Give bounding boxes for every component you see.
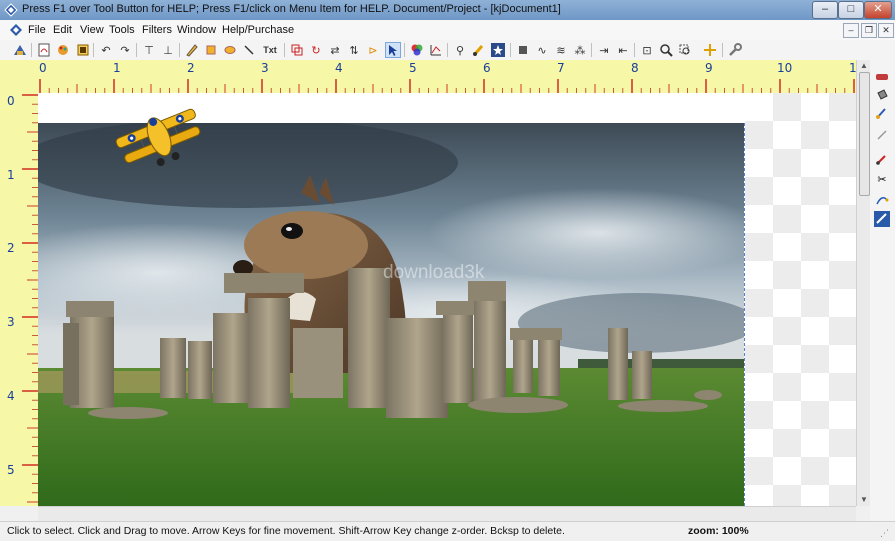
close-button[interactable]: ✕: [864, 1, 892, 19]
menu-tools[interactable]: Tools: [109, 24, 135, 36]
menu-view[interactable]: View: [80, 24, 104, 36]
ruler-label: 2: [7, 241, 15, 255]
window-title: Press F1 over Tool Button for HELP; Pres…: [22, 3, 561, 15]
ruler-label: 6: [483, 61, 491, 75]
ruler-label: 3: [7, 315, 15, 329]
title-bar[interactable]: Press F1 over Tool Button for HELP; Pres…: [0, 0, 895, 20]
ruler-label: 4: [335, 61, 343, 75]
ruler-label: 9: [705, 61, 713, 75]
paint-brush-icon[interactable]: [874, 151, 890, 167]
pdf-icon[interactable]: [36, 42, 52, 58]
sparkle-icon[interactable]: ⁂: [572, 42, 588, 58]
ellipse-icon[interactable]: [222, 42, 238, 58]
horizontal-scrollbar[interactable]: [38, 506, 856, 521]
ruler-label: 4: [7, 389, 15, 403]
scroll-thumb[interactable]: [859, 72, 870, 196]
maximize-button[interactable]: □: [838, 1, 864, 19]
line-icon[interactable]: [241, 42, 257, 58]
select-arrow-icon[interactable]: [385, 42, 401, 58]
document-canvas[interactable]: download3k: [38, 93, 856, 506]
ruler-label: 3: [261, 61, 269, 75]
blur-brush-icon[interactable]: [874, 105, 890, 121]
ruler-vertical: 0 1 2 3 4 5: [0, 93, 39, 506]
paint-icon[interactable]: [55, 42, 71, 58]
brush-icon[interactable]: [471, 42, 487, 58]
biplane-clipart[interactable]: [108, 93, 208, 175]
wrench-icon[interactable]: [727, 42, 743, 58]
pencil-icon[interactable]: [184, 42, 200, 58]
menu-window[interactable]: Window: [177, 24, 216, 36]
zoom-fit-icon[interactable]: ⊡: [639, 42, 655, 58]
menu-edit[interactable]: Edit: [53, 24, 72, 36]
bracket-icon[interactable]: ⊳: [365, 42, 381, 58]
smudge-icon[interactable]: [874, 127, 890, 143]
vertical-scrollbar[interactable]: ▲ ▼: [856, 60, 871, 506]
ruler-label: 7: [557, 61, 565, 75]
status-bar: Click to select. Click and Drag to move.…: [0, 521, 895, 541]
status-message: Click to select. Click and Drag to move.…: [7, 525, 565, 537]
scissors-icon[interactable]: ✂: [874, 171, 890, 187]
ruler-label: 10: [777, 61, 793, 75]
app-logo-icon: [4, 3, 18, 17]
ruler-horizontal: 0 1 2 3 4 5 6 7 8 9 10 1: [38, 60, 856, 94]
ruler-label: 1: [113, 61, 121, 75]
star-filter-icon[interactable]: [490, 42, 506, 58]
ruler-label: 2: [187, 61, 195, 75]
document-icon[interactable]: [9, 23, 23, 37]
ruler-label: 0: [7, 94, 15, 108]
mdi-close-button[interactable]: ✕: [878, 23, 894, 38]
zoom-region-icon[interactable]: [677, 42, 693, 58]
ruler-corner: [0, 60, 38, 93]
wave-icon[interactable]: ∿: [534, 42, 550, 58]
menu-bar: File Edit View Tools Filters Window Help…: [0, 20, 895, 41]
eraser-icon[interactable]: [874, 69, 890, 85]
main-toolbar: ↶ ↷ ⊤ ⊥ Txt ↻ ⇄ ⇅ ⊳ ⚲ ∿ ≋ ⁂ ⇥ ⇤ ⊡: [0, 40, 895, 61]
image-adjust-icon[interactable]: [874, 211, 890, 227]
clone-icon[interactable]: [874, 191, 890, 207]
rotate-icon[interactable]: ↻: [308, 42, 324, 58]
shrink-width-icon[interactable]: ⇥: [596, 42, 612, 58]
menu-file[interactable]: File: [28, 24, 46, 36]
resize-grip-icon[interactable]: ⋰: [880, 528, 889, 539]
stamp-icon[interactable]: ⚲: [452, 42, 468, 58]
bucket-fill-icon[interactable]: [874, 87, 890, 103]
ruler-label: 5: [409, 61, 417, 75]
ruler-label: 8: [631, 61, 639, 75]
side-tool-palette: ✂: [870, 60, 895, 530]
crosshair-icon[interactable]: [702, 42, 718, 58]
crop-icon[interactable]: [289, 42, 305, 58]
color-circles-icon[interactable]: [409, 42, 425, 58]
open-project-icon[interactable]: [12, 42, 28, 58]
ruler-label: 1: [7, 168, 15, 182]
watermark-text: download3k: [383, 262, 485, 283]
app-window: Press F1 over Tool Button for HELP; Pres…: [0, 0, 895, 541]
undo-icon[interactable]: ↶: [98, 42, 114, 58]
ruler-label: 5: [7, 463, 15, 477]
scroll-up-arrow-icon[interactable]: ▲: [857, 60, 871, 72]
align-bottom-icon[interactable]: ⊥: [160, 42, 176, 58]
square-icon[interactable]: [515, 42, 531, 58]
frame-icon[interactable]: [75, 42, 91, 58]
expand-width-icon[interactable]: ⇤: [615, 42, 631, 58]
stonehenge-photo[interactable]: download3k: [38, 123, 745, 506]
mdi-minimize-button[interactable]: –: [843, 23, 859, 38]
ruler-label: 0: [39, 61, 47, 75]
redo-icon[interactable]: ↷: [117, 42, 133, 58]
flip-vertical-icon[interactable]: ⇅: [346, 42, 362, 58]
rectangle-icon[interactable]: [203, 42, 219, 58]
ruler-label: 1: [849, 61, 856, 75]
minimize-button[interactable]: –: [812, 1, 838, 19]
text-tool-button[interactable]: Txt: [262, 42, 278, 58]
flip-horizontal-icon[interactable]: ⇄: [327, 42, 343, 58]
magnifier-icon[interactable]: [658, 42, 674, 58]
noise-icon[interactable]: ≋: [553, 42, 569, 58]
zoom-level: zoom: 100%: [688, 525, 749, 537]
align-top-icon[interactable]: ⊤: [141, 42, 157, 58]
transparent-background: [745, 93, 856, 506]
menu-help-purchase[interactable]: Help/Purchase: [222, 24, 294, 36]
graph-icon[interactable]: [428, 42, 444, 58]
mdi-restore-button[interactable]: ❐: [861, 23, 877, 38]
scroll-down-arrow-icon[interactable]: ▼: [857, 494, 871, 506]
menu-filters[interactable]: Filters: [142, 24, 172, 36]
